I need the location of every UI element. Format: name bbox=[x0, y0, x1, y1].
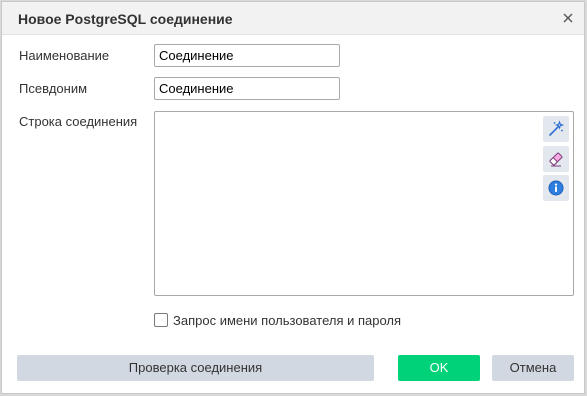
cancel-button[interactable]: Отмена bbox=[492, 355, 574, 381]
alias-label: Псевдоним bbox=[19, 81, 88, 96]
new-connection-dialog: Новое PostgreSQL соединение Наименование… bbox=[1, 1, 585, 394]
wizard-button[interactable] bbox=[543, 116, 569, 142]
info-button[interactable] bbox=[543, 175, 569, 201]
connection-string-textarea[interactable] bbox=[154, 111, 574, 296]
ok-button[interactable]: OK bbox=[398, 355, 480, 381]
close-icon[interactable] bbox=[560, 10, 576, 26]
clear-button[interactable] bbox=[543, 146, 569, 172]
ask-credentials-checkbox[interactable] bbox=[154, 313, 168, 327]
dialog-title: Новое PostgreSQL соединение bbox=[18, 11, 233, 27]
dialog-title-bar: Новое PostgreSQL соединение bbox=[2, 2, 584, 35]
connection-string-label: Строка соединения bbox=[19, 114, 138, 129]
name-input[interactable] bbox=[154, 44, 340, 67]
name-label: Наименование bbox=[19, 48, 110, 63]
alias-input[interactable] bbox=[154, 77, 340, 100]
ask-credentials-label[interactable]: Запрос имени пользователя и пароля bbox=[173, 313, 401, 328]
test-connection-button[interactable]: Проверка соединения bbox=[17, 355, 374, 381]
